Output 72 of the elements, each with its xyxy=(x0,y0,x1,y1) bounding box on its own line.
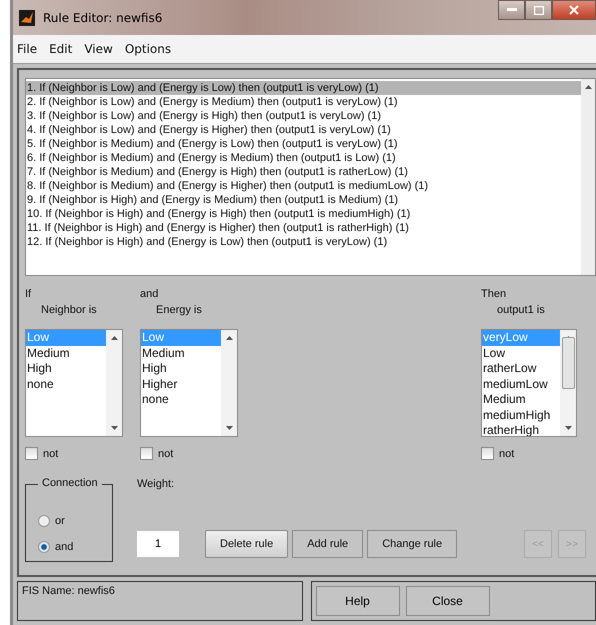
menu-item[interactable]: Options xyxy=(124,42,172,56)
rule-item[interactable]: 10. If (Neighbor is High) and (Energy is High) then (output1 is mediumHigh) (1) xyxy=(26,207,581,221)
footer-button[interactable]: Help xyxy=(316,586,400,616)
scrollbar[interactable] xyxy=(581,79,595,275)
scroll-up-icon xyxy=(584,85,592,89)
group-title: Connection xyxy=(38,477,102,489)
scroll-down-icon xyxy=(564,426,572,430)
term-item[interactable]: Higher xyxy=(141,376,221,392)
scrollbar[interactable] xyxy=(560,330,576,436)
not-checkbox[interactable] xyxy=(25,447,38,460)
scroll-up-icon xyxy=(226,336,232,340)
minimize-icon xyxy=(506,8,516,12)
rule-item[interactable]: 1. If (Neighbor is Low) and (Energy is Low) then (output1 is veryLow) (1) xyxy=(26,81,581,95)
weight-field[interactable]: 1 xyxy=(137,531,179,557)
not-label: not xyxy=(43,448,58,460)
radio-label: and xyxy=(55,541,74,553)
scrollbar[interactable] xyxy=(106,330,122,436)
not-checkbox[interactable] xyxy=(140,447,153,460)
term-item[interactable]: High xyxy=(141,361,221,376)
scroll-up-icon xyxy=(110,336,118,340)
menu-item[interactable]: Edit xyxy=(49,42,72,56)
radio-label: or xyxy=(55,515,65,527)
rule-item[interactable]: 6. If (Neighbor is Medium) and (Energy is Medium) then (output1 is Low) (1) xyxy=(26,151,581,165)
menu-item[interactable]: File xyxy=(17,42,38,56)
status-text: FIS Name: newfis6 xyxy=(17,581,302,621)
term-item[interactable]: Medium xyxy=(26,346,106,361)
radio-button[interactable] xyxy=(38,515,50,527)
rule-item[interactable]: 9. If (Neighbor is High) and (Energy is Medium) then (output1 is Medium) (1) xyxy=(26,193,581,207)
variable-prefix: If xyxy=(25,287,32,302)
radio-button[interactable] xyxy=(38,541,50,553)
variable-prefix: and xyxy=(140,287,160,302)
not-label: not xyxy=(158,448,174,460)
term-item[interactable]: Medium xyxy=(141,346,221,361)
variable-prefix: Then xyxy=(481,287,508,302)
app-icon xyxy=(19,10,35,26)
rule-item[interactable]: 12. If (Neighbor is High) and (Energy is Low) then (output1 is veryLow) (1) xyxy=(26,235,581,249)
term-item[interactable]: none xyxy=(26,376,106,392)
rule-item[interactable]: 2. If (Neighbor is Low) and (Energy is Medium) then (output1 is veryLow) (1) xyxy=(26,95,581,109)
maximize-icon xyxy=(534,6,544,14)
variable-label: Neighbor is xyxy=(40,303,98,318)
term-item[interactable]: ratherLow xyxy=(482,361,560,376)
footer-button[interactable]: Close xyxy=(406,586,490,616)
variable-label: Energy is xyxy=(155,303,203,318)
scrollbar[interactable] xyxy=(221,330,237,436)
window-title: Rule Editor: newfis6 xyxy=(43,10,162,24)
term-item[interactable]: High xyxy=(26,361,106,376)
term-item[interactable]: none xyxy=(141,392,221,408)
menu-item[interactable]: View xyxy=(84,42,113,56)
scroll-down-icon xyxy=(110,426,118,430)
term-item[interactable]: mediumLow xyxy=(482,376,560,392)
rule-item[interactable]: 4. If (Neighbor is Low) and (Energy is Higher) then (output1 is veryLow) (1) xyxy=(26,123,581,137)
rule-item[interactable]: 8. If (Neighbor is Medium) and (Energy is Higher) then (output1 is mediumLow) (1) xyxy=(26,179,581,193)
scroll-down-icon xyxy=(226,426,232,430)
rule-item[interactable]: 3. If (Neighbor is Low) and (Energy is High) then (output1 is veryLow) (1) xyxy=(26,109,581,123)
term-item[interactable]: Medium xyxy=(482,392,560,408)
action-button[interactable]: Add rule xyxy=(292,530,364,558)
variable-label: output1 is xyxy=(496,303,546,318)
term-item[interactable]: mediumHigh xyxy=(482,408,560,423)
minimize-button[interactable] xyxy=(498,0,525,20)
rule-item[interactable]: 5. If (Neighbor is Medium) and (Energy is Low) then (output1 is veryLow) (1) xyxy=(26,137,581,151)
weight-label: Weight: xyxy=(137,478,176,490)
close-button[interactable] xyxy=(552,0,596,20)
scroll-thumb[interactable] xyxy=(562,337,574,389)
action-button[interactable]: Delete rule xyxy=(205,530,288,558)
term-item[interactable]: Low xyxy=(482,346,560,361)
close-icon xyxy=(569,5,579,15)
maximize-button[interactable] xyxy=(525,0,552,20)
not-label: not xyxy=(499,448,514,460)
not-checkbox[interactable] xyxy=(481,447,494,460)
rule-item[interactable]: 11. If (Neighbor is High) and (Energy is Higher) then (output1 is ratherHigh) (1) xyxy=(26,221,581,235)
rule-item[interactable]: 7. If (Neighbor is Medium) and (Energy is High) then (output1 is ratherLow) (1) xyxy=(26,165,581,179)
action-button[interactable]: Change rule xyxy=(367,530,458,558)
